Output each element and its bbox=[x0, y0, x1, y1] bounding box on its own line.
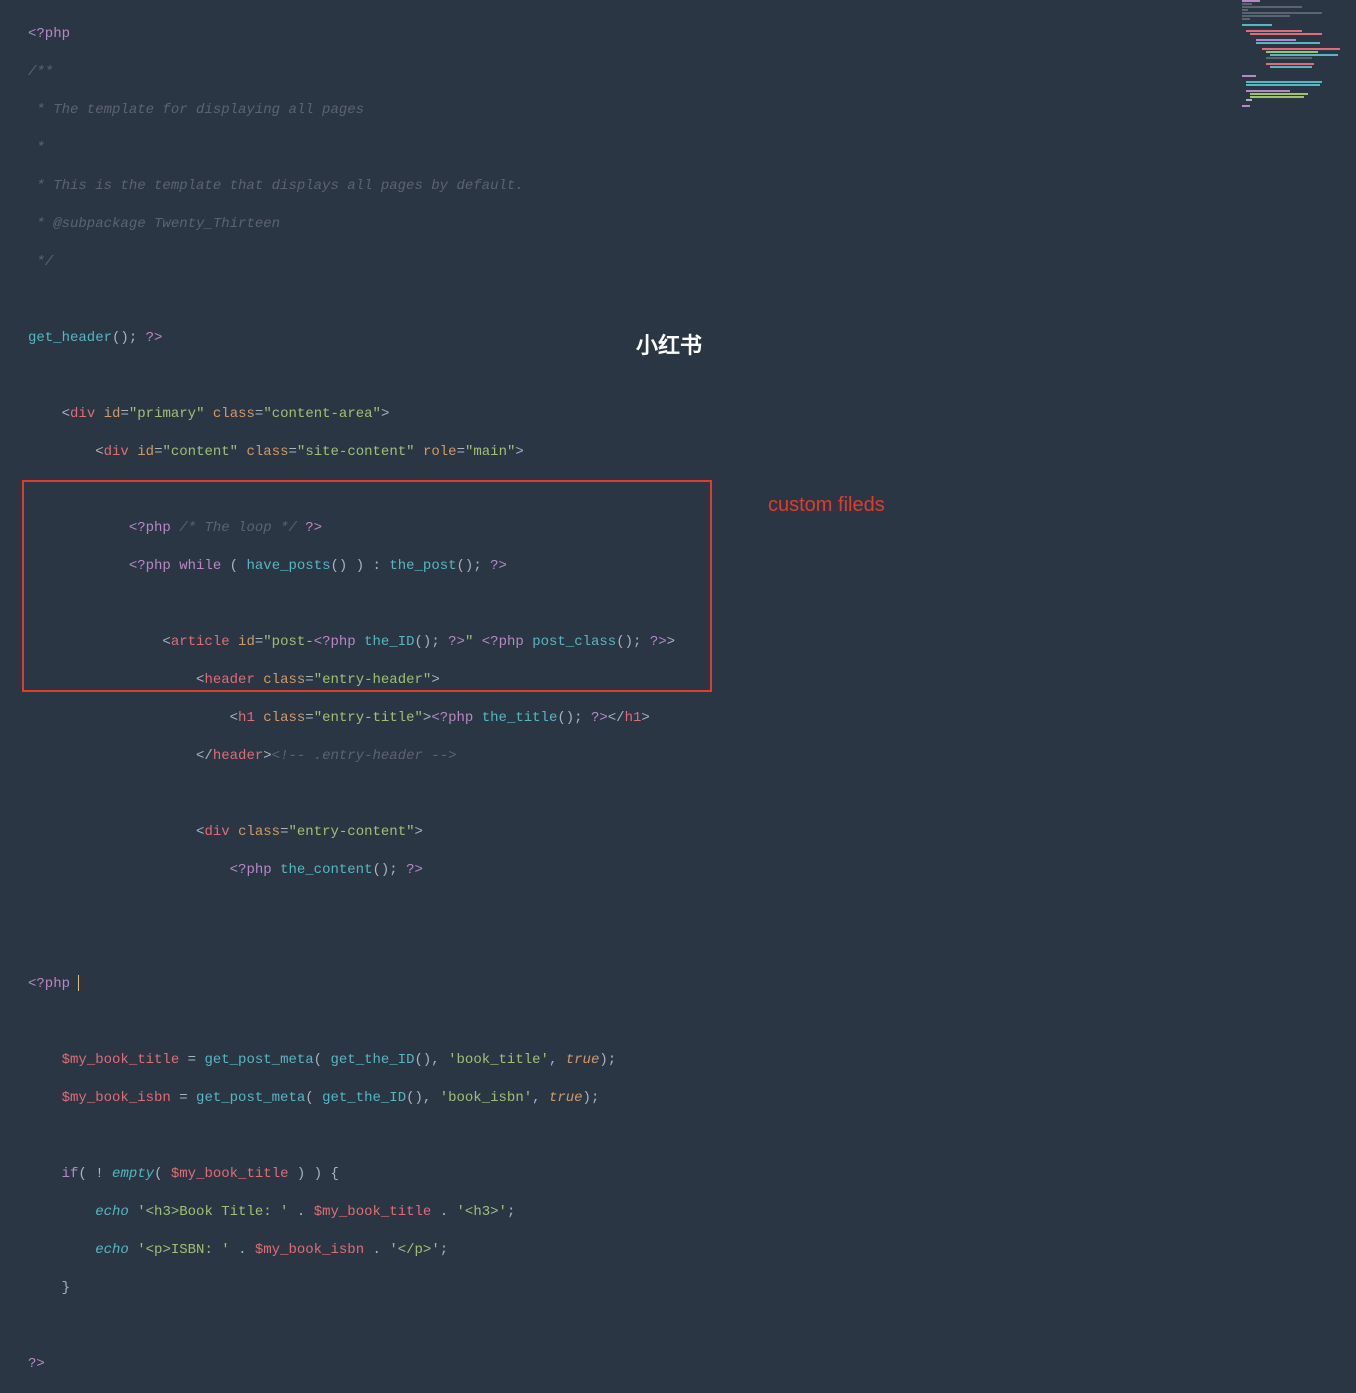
minimap[interactable] bbox=[1236, 0, 1356, 140]
code-line: <?php the_content(); ?> bbox=[28, 861, 1218, 880]
editor-gutter bbox=[0, 0, 20, 706]
code-line: <?php while ( have_posts() ) : the_post(… bbox=[28, 557, 1218, 576]
code-line: <div id="primary" class="content-area"> bbox=[28, 405, 1218, 424]
code-line: </header><!-- .entry-header --> bbox=[28, 747, 1218, 766]
code-line: * The template for displaying all pages bbox=[28, 101, 1218, 120]
code-line bbox=[28, 1317, 1218, 1336]
code-line bbox=[28, 291, 1218, 310]
code-line bbox=[28, 367, 1218, 386]
text-cursor bbox=[78, 975, 79, 991]
code-line: <?php bbox=[28, 975, 1218, 994]
code-line: echo '<p>ISBN: ' . $my_book_isbn . '</p>… bbox=[28, 1241, 1218, 1260]
code-line: $my_book_title = get_post_meta( get_the_… bbox=[28, 1051, 1218, 1070]
code-line bbox=[28, 1127, 1218, 1146]
code-line: <?php /* The loop */ ?> bbox=[28, 519, 1218, 538]
code-line: } bbox=[28, 1279, 1218, 1298]
code-line: echo '<h3>Book Title: ' . $my_book_title… bbox=[28, 1203, 1218, 1222]
code-line bbox=[28, 785, 1218, 804]
code-line: */ bbox=[28, 253, 1218, 272]
code-line: $my_book_isbn = get_post_meta( get_the_I… bbox=[28, 1089, 1218, 1108]
code-line: * bbox=[28, 139, 1218, 158]
code-line: * @subpackage Twenty_Thirteen bbox=[28, 215, 1218, 234]
code-line: ?> bbox=[28, 1355, 1218, 1374]
code-line bbox=[28, 481, 1218, 500]
code-line: /** bbox=[28, 63, 1218, 82]
code-line: if( ! empty( $my_book_title ) ) { bbox=[28, 1165, 1218, 1184]
code-line: <header class="entry-header"> bbox=[28, 671, 1218, 690]
code-line bbox=[28, 937, 1218, 956]
code-line: <?php bbox=[28, 25, 1218, 44]
code-line bbox=[28, 899, 1218, 918]
code-line: <h1 class="entry-title"><?php the_title(… bbox=[28, 709, 1218, 728]
code-editor[interactable]: <?php /** * The template for displaying … bbox=[20, 0, 1226, 706]
code-line: <div id="content" class="site-content" r… bbox=[28, 443, 1218, 462]
annotation-label: custom fileds bbox=[768, 496, 885, 515]
code-line: * This is the template that displays all… bbox=[28, 177, 1218, 196]
code-line bbox=[28, 1013, 1218, 1032]
code-line: get_header(); ?> bbox=[28, 329, 1218, 348]
code-line bbox=[28, 595, 1218, 614]
code-line: <article id="post-<?php the_ID(); ?>" <?… bbox=[28, 633, 1218, 652]
code-line: <div class="entry-content"> bbox=[28, 823, 1218, 842]
